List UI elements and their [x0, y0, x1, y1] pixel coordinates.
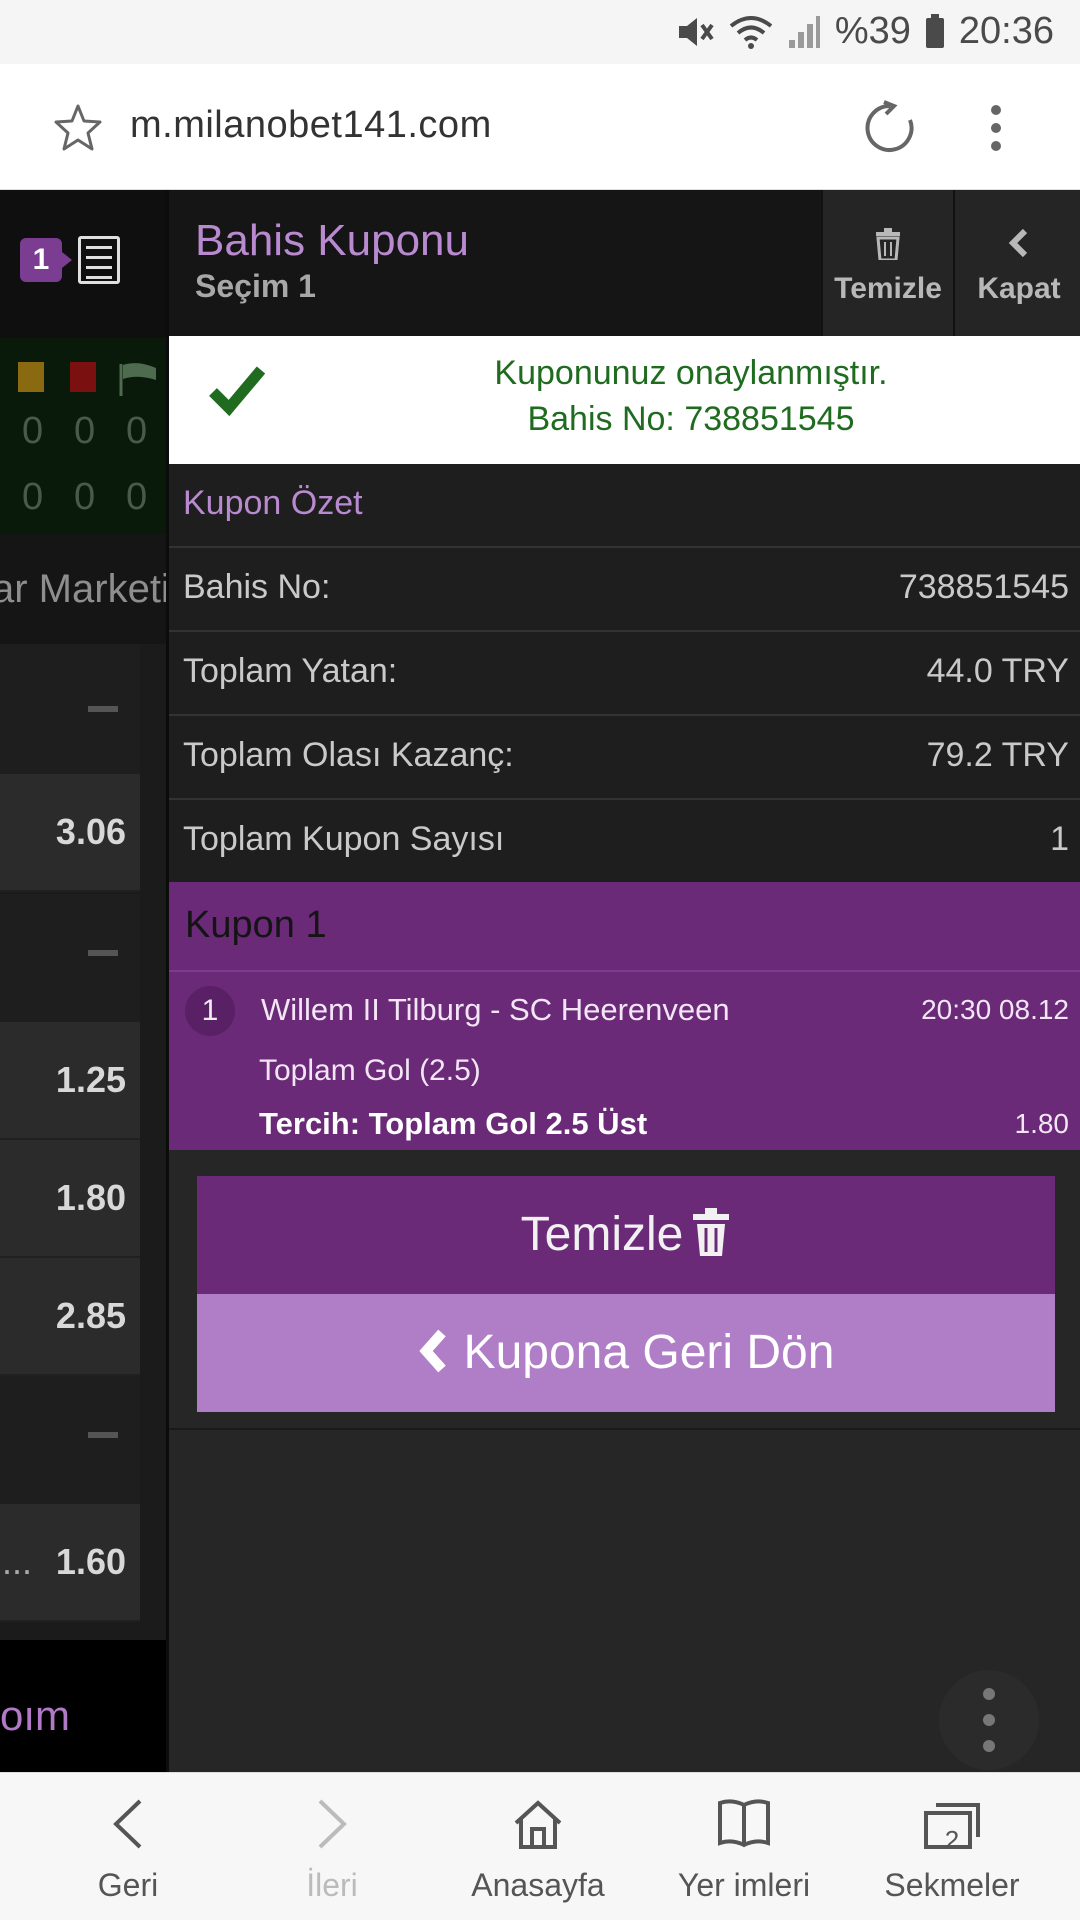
address-bar: m.milanobet141.com: [0, 64, 1080, 190]
odd-button[interactable]: 2.85: [0, 1258, 140, 1376]
back-arrow-icon: [113, 1799, 142, 1849]
red-card-icon: [70, 362, 96, 392]
confirmation-bet-number: Bahis No: 738851545: [527, 400, 855, 438]
background-page: 1 0 0 0 0 0 0 ar Marketi 3.06 1.25 1.80 …: [0, 190, 166, 1772]
coupon-document-icon[interactable]: [78, 236, 120, 284]
chevron-left-icon: [1008, 228, 1028, 258]
bookmarks-icon: [718, 1799, 770, 1848]
chevron-left-icon: [418, 1329, 446, 1373]
coupon-header: Kupon 1: [169, 882, 1080, 972]
corner-flag-icon: [118, 362, 158, 396]
bookmark-star-icon[interactable]: [52, 102, 104, 154]
pick-odd: 1.80: [1014, 1108, 1070, 1139]
coupon-selection: 1 Willem II Tilburg - SC Heerenveen 20:3…: [169, 972, 1080, 1150]
close-button[interactable]: Kapat: [953, 190, 1080, 336]
tab-count: 2: [944, 1825, 960, 1855]
odd-button[interactable]: 1.80: [0, 1140, 140, 1258]
confirmation-message: Kuponunuz onaylanmıştır.: [494, 354, 888, 392]
scoreboard: 0 0 0 0 0 0: [0, 338, 166, 534]
summary-row: Bahis No: 738851545: [169, 548, 1080, 632]
background-header: 1: [0, 190, 166, 338]
collapse-toggle[interactable]: [0, 644, 140, 774]
match-datetime: 20:30 08.12: [921, 994, 1069, 1025]
nav-forward[interactable]: İleri: [232, 1773, 432, 1920]
match-name: Willem II Tilburg - SC Heerenveen: [261, 992, 730, 1027]
nav-bookmarks[interactable]: Yer imleri: [644, 1773, 844, 1920]
clear-button[interactable]: Temizle: [197, 1176, 1055, 1294]
nav-tabs[interactable]: 2 Sekmeler: [852, 1773, 1052, 1920]
trash-icon: [693, 1208, 730, 1257]
url-text[interactable]: m.milanobet141.com: [130, 104, 492, 147]
market-name: Toplam Gol (2.5): [259, 1054, 481, 1087]
clear-header-button[interactable]: Temizle: [821, 190, 953, 336]
yellow-card-icon: [18, 362, 44, 392]
battery-percent: %39: [834, 10, 911, 52]
bet-slip-header: Bahis Kuponu Seçim 1 Temizle Kapat: [169, 190, 1080, 336]
selection-index: 1: [185, 986, 235, 1036]
browser-bottom-nav: Geri İleri Anasayfa Yer imleri 2 Sekmele…: [0, 1772, 1080, 1920]
background-footer: oım: [0, 1640, 166, 1772]
nav-back[interactable]: Geri: [28, 1773, 228, 1920]
summary-row: Toplam Kupon Sayısı 1: [169, 800, 1080, 884]
confirmation-banner: Kuponunuz onaylanmıştır. Bahis No: 73885…: [169, 336, 1080, 464]
back-to-coupon-button[interactable]: Kupona Geri Dön: [197, 1294, 1055, 1412]
odd-button[interactable]: 3.06: [0, 774, 140, 892]
bet-slip-title: Bahis Kuponu: [195, 216, 469, 265]
mute-icon: [675, 14, 715, 50]
odd-button[interactable]: ... 1.60: [0, 1504, 140, 1622]
collapse-toggle[interactable]: [0, 1376, 140, 1504]
wifi-icon: [729, 14, 773, 50]
more-options-fab[interactable]: [939, 1670, 1039, 1770]
summary-row: Toplam Yatan: 44.0 TRY: [169, 632, 1080, 716]
forward-arrow-icon: [318, 1799, 347, 1849]
bet-slip-panel: Bahis Kuponu Seçim 1 Temizle Kapat Kupon…: [166, 190, 1080, 1772]
odd-button[interactable]: 1.25: [0, 1022, 140, 1140]
clock: 20:36: [958, 10, 1054, 52]
market-title: ar Marketi: [0, 534, 166, 644]
checkmark-icon: [209, 366, 265, 416]
nav-home[interactable]: Anasayfa: [438, 1773, 638, 1920]
trash-icon: [876, 228, 900, 260]
selection-count: Seçim 1: [195, 268, 316, 304]
battery-icon: [925, 13, 945, 50]
status-bar: %39 20:36: [0, 0, 1080, 64]
divider: [169, 1428, 1080, 1430]
home-icon: [514, 1800, 562, 1849]
reload-icon[interactable]: [862, 100, 918, 156]
summary-row: Toplam Olası Kazanç: 79.2 TRY: [169, 716, 1080, 800]
more-menu-icon[interactable]: [982, 100, 1010, 156]
selection-count-badge[interactable]: 1: [20, 238, 72, 282]
collapse-toggle[interactable]: [0, 894, 140, 1022]
signal-icon: [787, 14, 821, 50]
selected-pick: Tercih: Toplam Gol 2.5 Üst: [259, 1106, 648, 1141]
summary-title-row: Kupon Özet: [169, 464, 1080, 548]
